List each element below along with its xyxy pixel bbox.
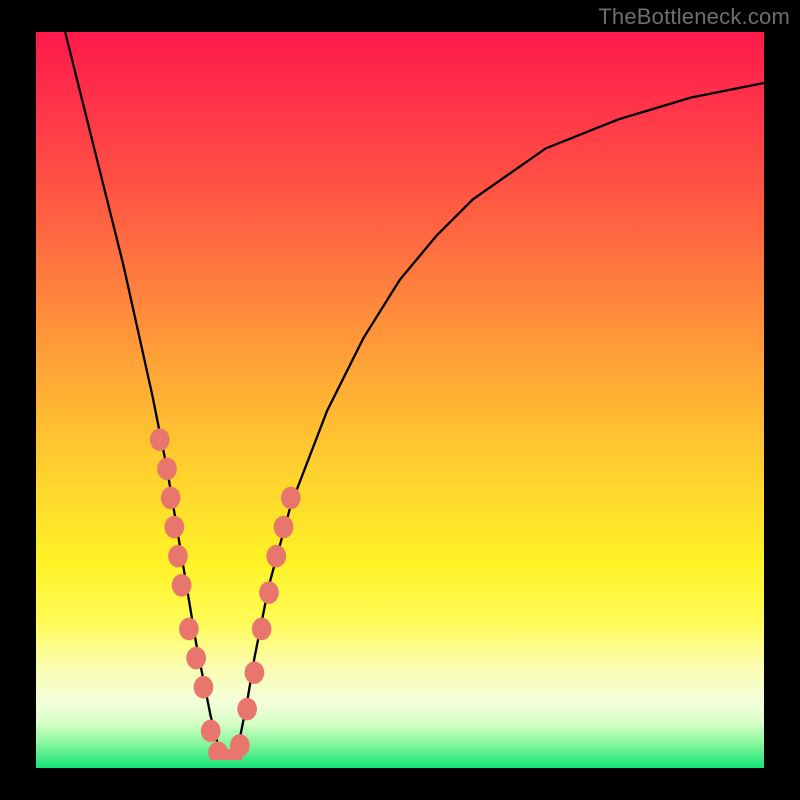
marker-dot: [157, 458, 177, 481]
marker-dot: [168, 545, 188, 568]
chart-frame: TheBottleneck.com: [0, 0, 800, 800]
marker-dot: [150, 428, 170, 451]
marker-dot: [245, 661, 265, 684]
marker-dot: [172, 574, 192, 597]
marker-dot: [259, 581, 279, 604]
marker-dot: [201, 720, 221, 743]
marker-dot: [266, 545, 286, 568]
marker-dot: [237, 698, 257, 721]
marker-dot: [252, 618, 272, 641]
marker-dot: [161, 487, 181, 510]
marker-dot: [179, 618, 199, 641]
watermark-text: TheBottleneck.com: [598, 4, 790, 30]
marker-dot: [281, 487, 301, 510]
marker-dot: [274, 516, 294, 539]
marker-dot: [230, 734, 250, 757]
marker-dot: [186, 647, 206, 670]
plot-area: [36, 32, 764, 768]
curve-markers: [150, 428, 301, 760]
curve-layer: [36, 32, 764, 760]
marker-dot: [164, 516, 184, 539]
bottleneck-curve-path: [65, 32, 764, 760]
marker-dot: [194, 676, 214, 699]
